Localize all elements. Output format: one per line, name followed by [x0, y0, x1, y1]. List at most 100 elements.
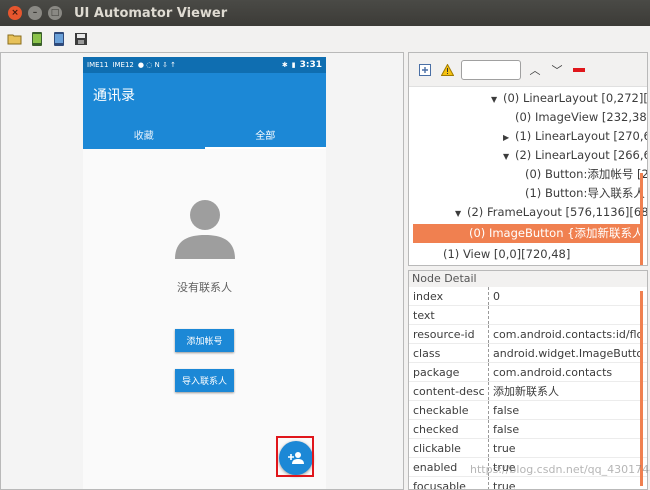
- detail-key: content-desc: [409, 382, 489, 400]
- detail-row[interactable]: checked false: [409, 420, 647, 439]
- window-title: UI Automator Viewer: [74, 5, 228, 21]
- node-detail-title: Node Detail: [409, 271, 647, 287]
- detail-row[interactable]: content-desc 添加新联系人: [409, 382, 647, 401]
- screenshot-panel[interactable]: IME11 IME12 ● ◌ N ⇩ ↑ ✱ ▮ 3:31 通讯录 收藏 全部…: [0, 52, 404, 490]
- tree-node-label: (0) Button:添加帐号 [2: [525, 167, 648, 181]
- bluetooth-icon: ✱: [281, 61, 288, 69]
- tree-node[interactable]: ▼ (2) LinearLayout [266,69: [503, 146, 648, 165]
- tab-all[interactable]: 全部: [204, 119, 327, 149]
- expand-arrow-icon: ▼: [491, 95, 498, 104]
- device-status-bar: IME11 IME12 ● ◌ N ⇩ ↑ ✱ ▮ 3:31: [83, 57, 326, 73]
- battery-icon: ▮: [291, 61, 296, 69]
- detail-scrollbar[interactable]: [640, 291, 643, 486]
- detail-row[interactable]: clickable true: [409, 439, 647, 458]
- tree-node[interactable]: ▶ (1) LinearLayout [270,64: [503, 127, 648, 146]
- minus-icon: [573, 67, 585, 72]
- expand-arrow-icon: ▼: [455, 209, 462, 218]
- carrier-label-2: IME12: [112, 61, 134, 69]
- save-icon: [75, 33, 87, 45]
- tree-node-label: (0) ImageButton {添加新联系人: [469, 226, 644, 240]
- close-window-button[interactable]: ×: [8, 6, 22, 20]
- detail-key: class: [409, 344, 489, 362]
- hierarchy-tree-panel: ︿ ﹀ ▼ (0) LinearLayout [0,272][7 (0) Imag…: [408, 52, 648, 266]
- detail-key: resource-id: [409, 325, 489, 343]
- detail-row[interactable]: class android.widget.ImageButto: [409, 344, 647, 363]
- carrier-label-1: IME11: [87, 61, 109, 69]
- tree-node-label: (1) LinearLayout [270,64: [515, 129, 648, 143]
- tree-node-label: (2) LinearLayout [266,69: [515, 148, 648, 162]
- detail-value: android.widget.ImageButto: [493, 347, 644, 360]
- app-tabs: 收藏 全部: [83, 119, 326, 149]
- tab-favorites[interactable]: 收藏: [83, 119, 205, 149]
- detail-row[interactable]: index 0: [409, 287, 647, 306]
- tree-node-label: (0) ImageView [232,384]: [515, 110, 648, 124]
- detail-value: com.android.contacts: [493, 366, 613, 379]
- person-placeholder-icon: [175, 200, 235, 259]
- detail-row[interactable]: checkable false: [409, 401, 647, 420]
- find-previous-button[interactable]: ︿: [527, 62, 543, 78]
- detail-row[interactable]: text: [409, 306, 647, 325]
- tree-node-label: (1) Button:导入联系人: [525, 186, 645, 200]
- clear-search-button[interactable]: [571, 62, 587, 78]
- chevron-down-icon: ﹀: [551, 63, 563, 77]
- expand-all-icon: [419, 63, 431, 76]
- detail-value: true: [493, 442, 516, 455]
- tree-node-label: (0) LinearLayout [0,272][7: [503, 91, 648, 105]
- detail-key: clickable: [409, 439, 489, 457]
- detail-row[interactable]: focusable true: [409, 477, 647, 489]
- chevron-up-icon: ︿: [529, 63, 541, 77]
- status-clock: 3:31: [299, 60, 322, 70]
- maximize-window-button[interactable]: □: [48, 6, 62, 20]
- collapse-arrow-icon: ▶: [503, 133, 510, 142]
- node-detail-panel: Node Detail index 0 text resource-id com.a…: [408, 270, 648, 490]
- empty-state-text: 没有联系人: [177, 281, 232, 294]
- tree-node[interactable]: (1) Button:导入联系人: [513, 184, 645, 203]
- open-folder-icon: [7, 34, 22, 45]
- main-toolbar: [0, 26, 650, 52]
- app-title: 通讯录: [93, 88, 135, 104]
- warning-icon: [440, 63, 454, 76]
- save-button[interactable]: [70, 28, 92, 50]
- tree-node[interactable]: (0) ImageView [232,384]: [503, 108, 648, 127]
- tree-node[interactable]: (0) Button:添加帐号 [2: [513, 165, 648, 184]
- open-button[interactable]: [4, 28, 26, 50]
- expand-all-button[interactable]: [417, 62, 433, 78]
- tree-toolbar: ︿ ﹀: [409, 53, 647, 87]
- tree-node[interactable]: ▼ (2) FrameLayout [576,1136][688: [455, 203, 648, 222]
- app-bar: 通讯录 收藏 全部: [83, 73, 326, 149]
- detail-value: 0: [493, 290, 500, 303]
- device-screen[interactable]: IME11 IME12 ● ◌ N ⇩ ↑ ✱ ▮ 3:31 通讯录 收藏 全部…: [83, 57, 326, 489]
- window-title-bar: × – □ UI Automator Viewer: [0, 0, 650, 26]
- detail-value: com.android.contacts:id/flo: [493, 328, 644, 341]
- detail-key: checked: [409, 420, 489, 438]
- tree-node[interactable]: (1) View [0,0][720,48]: [431, 245, 570, 264]
- tree-search-input[interactable]: [461, 59, 521, 80]
- find-next-button[interactable]: ﹀: [549, 62, 565, 78]
- device-screenshot-compressed-button[interactable]: [48, 28, 70, 50]
- tree-scrollbar[interactable]: [640, 173, 643, 265]
- detail-value: false: [493, 423, 520, 436]
- tree-node[interactable]: ▼ (0) LinearLayout [0,272][7: [491, 89, 648, 108]
- detail-row[interactable]: resource-id com.android.contacts:id/flo: [409, 325, 647, 344]
- detail-key: checkable: [409, 401, 489, 419]
- tree-node-label: (2) FrameLayout [576,1136][688: [467, 205, 648, 219]
- import-contacts-button[interactable]: 导入联系人: [175, 369, 234, 392]
- detail-key: text: [409, 306, 489, 324]
- watermark-text: https://blog.csdn.net/qq_43017445: [470, 463, 650, 476]
- detail-value: false: [493, 404, 520, 417]
- tree-node-label: (1) View [0,0][720,48]: [443, 247, 571, 261]
- expand-arrow-icon: ▼: [503, 152, 510, 161]
- detail-key: focusable: [409, 477, 489, 489]
- device-screenshot-compressed-icon: [54, 32, 64, 46]
- selected-node-highlight: [276, 436, 314, 477]
- detail-value: [489, 306, 647, 324]
- detail-row[interactable]: package com.android.contacts: [409, 363, 647, 382]
- device-screenshot-icon: [32, 32, 42, 46]
- device-screenshot-button[interactable]: [26, 28, 48, 50]
- tree-node-selected[interactable]: (0) ImageButton {添加新联系人: [413, 224, 643, 243]
- minimize-window-button[interactable]: –: [28, 6, 42, 20]
- status-icons: ● ◌ N ⇩ ↑: [137, 61, 176, 69]
- add-account-button[interactable]: 添加帐号: [175, 329, 234, 352]
- toggle-nav-warnings-button[interactable]: [439, 62, 455, 78]
- detail-key: package: [409, 363, 489, 381]
